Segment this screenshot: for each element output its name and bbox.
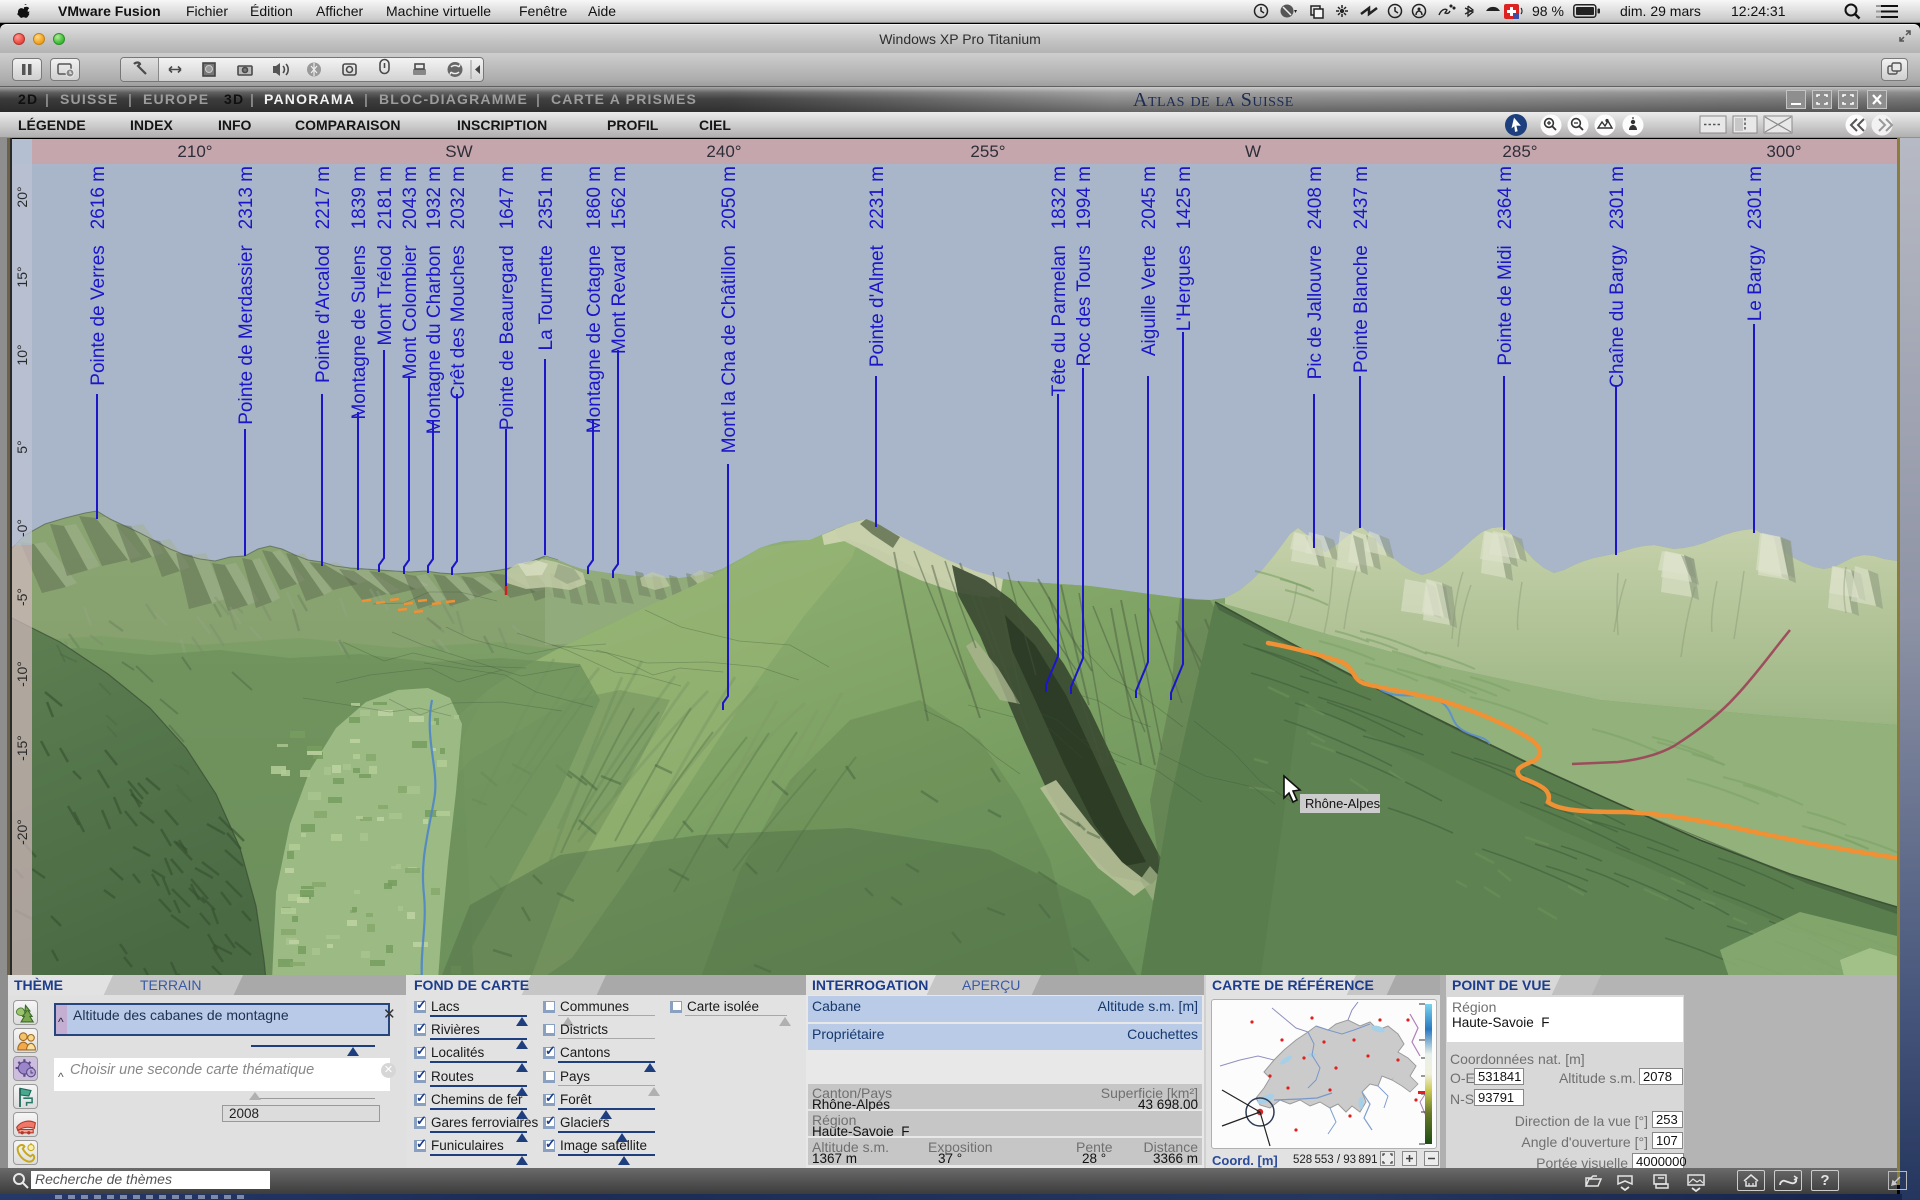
svg-text:210°: 210° (177, 142, 212, 161)
svg-text:Pointe d'Almet 2231 m: Pointe d'Almet 2231 m (867, 166, 888, 367)
svg-text:Pointe d'Arcalod 2217 m: Pointe d'Arcalod 2217 m (313, 166, 334, 383)
svg-text:Pointe de Beauregard 1647 m: Pointe de Beauregard 1647 m (497, 166, 518, 430)
svg-text:-5°: -5° (14, 588, 30, 606)
svg-text:10°: 10° (14, 344, 30, 365)
svg-text:Pointe de Verres 2616 m: Pointe de Verres 2616 m (88, 166, 109, 386)
svg-text:Rhône-Alpes: Rhône-Alpes (1305, 796, 1381, 811)
svg-text:Le Bargy 2301 m: Le Bargy 2301 m (1745, 166, 1766, 321)
svg-text:Roc des Tours 1994 m: Roc des Tours 1994 m (1074, 166, 1095, 366)
svg-text:Mont la Cha de Châtillon 205: Mont la Cha de Châtillon 2050 m (719, 166, 740, 453)
svg-text:SW: SW (445, 142, 472, 161)
svg-text:285°: 285° (1502, 142, 1537, 161)
svg-text:15°: 15° (14, 266, 30, 287)
svg-text:Crêt des Mouches 2032 m: Crêt des Mouches 2032 m (448, 166, 469, 399)
svg-text:Pic de Jallouvre 2408 m: Pic de Jallouvre 2408 m (1305, 166, 1326, 379)
svg-text:Tête du Parmelan 1832 m: Tête du Parmelan 1832 m (1049, 166, 1070, 396)
svg-text:-15°: -15° (14, 735, 30, 761)
svg-text:Mont Colombier 2043 m: Mont Colombier 2043 m (400, 166, 421, 379)
svg-text:Mont Trélod 2181 m: Mont Trélod 2181 m (375, 166, 396, 346)
svg-text:-0°: -0° (14, 519, 30, 537)
svg-text:-10°: -10° (14, 661, 30, 687)
svg-text:Pointe Blanche 2437 m: Pointe Blanche 2437 m (1351, 166, 1372, 373)
svg-text:255°: 255° (970, 142, 1005, 161)
svg-text:5°: 5° (14, 440, 30, 453)
svg-text:-20°: -20° (14, 819, 30, 845)
svg-text:Chaîne du Bargy 2301 m: Chaîne du Bargy 2301 m (1607, 166, 1628, 388)
svg-text:Montagne du Charbon 1932 m: Montagne du Charbon 1932 m (424, 166, 445, 434)
svg-text:Pointe de Merdassier 2313 m: Pointe de Merdassier 2313 m (236, 166, 257, 425)
svg-text:20°: 20° (14, 186, 30, 207)
svg-text:Montagne de Sulens 1839 m: Montagne de Sulens 1839 m (349, 166, 370, 420)
svg-text:Aiguille Verte 2045 m: Aiguille Verte 2045 m (1139, 166, 1160, 356)
svg-text:Mont Revard 1562 m: Mont Revard 1562 m (609, 166, 630, 354)
svg-text:300°: 300° (1766, 142, 1801, 161)
svg-text:Montagne de Cotagne 1860 m: Montagne de Cotagne 1860 m (584, 166, 605, 433)
svg-text:W: W (1245, 142, 1261, 161)
svg-text:Pointe de Midi 2364 m: Pointe de Midi 2364 m (1495, 166, 1516, 366)
svg-text:La Tournette 2351 m: La Tournette 2351 m (536, 166, 557, 351)
svg-text:240°: 240° (706, 142, 741, 161)
svg-text:L'Hergues 1425 m: L'Hergues 1425 m (1174, 166, 1195, 331)
